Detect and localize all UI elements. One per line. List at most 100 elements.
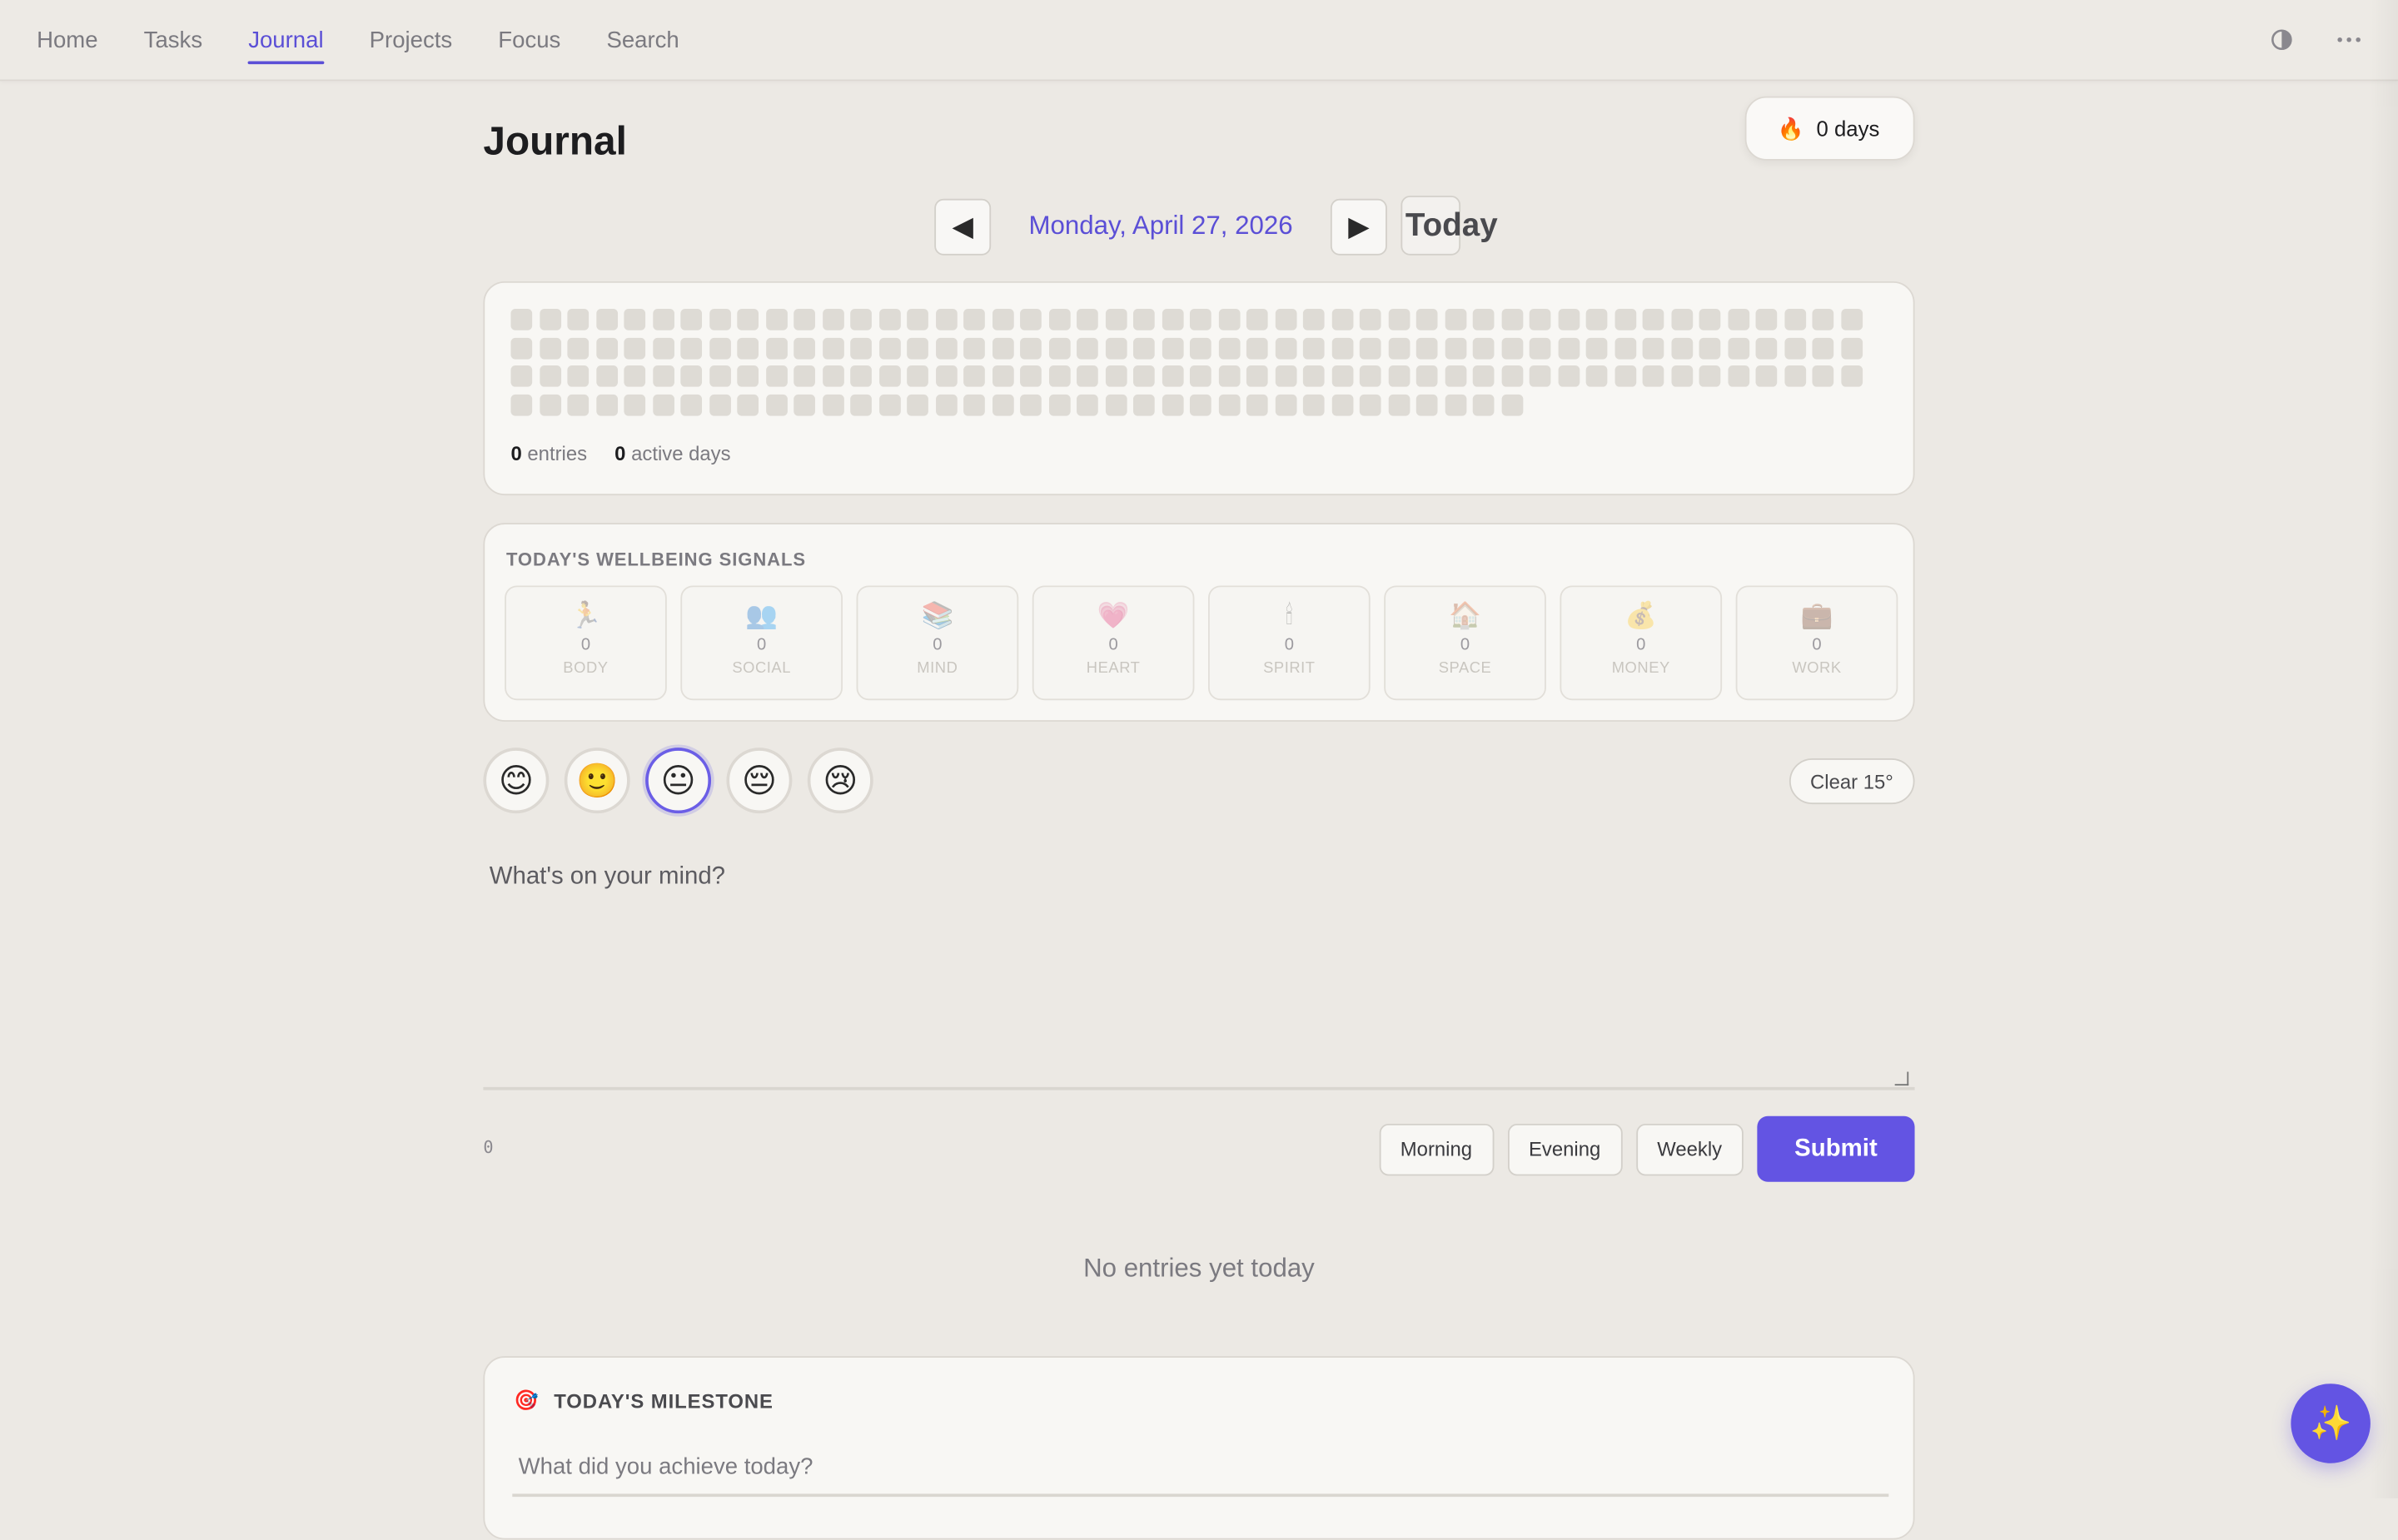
heatmap-day-cell[interactable] bbox=[765, 309, 787, 330]
heatmap-day-cell[interactable] bbox=[1161, 309, 1183, 330]
heatmap-day-cell[interactable] bbox=[1020, 393, 1042, 415]
heatmap-day-cell[interactable] bbox=[1755, 336, 1778, 359]
heatmap-day-cell[interactable] bbox=[1500, 393, 1523, 415]
next-day-button[interactable]: ▶ bbox=[1330, 197, 1387, 255]
heatmap-day-cell[interactable] bbox=[1359, 365, 1381, 387]
heatmap-day-cell[interactable] bbox=[1472, 309, 1495, 330]
nav-tasks[interactable]: Tasks bbox=[144, 0, 202, 81]
heatmap-day-cell[interactable] bbox=[907, 393, 928, 415]
signal-social[interactable]: 👥 0 SOCIAL bbox=[680, 585, 843, 701]
heatmap-day-cell[interactable] bbox=[1642, 365, 1664, 387]
heatmap-day-cell[interactable] bbox=[878, 309, 900, 330]
heatmap-day-cell[interactable] bbox=[1189, 309, 1211, 330]
heatmap-day-cell[interactable] bbox=[1585, 365, 1608, 387]
heatmap-day-cell[interactable] bbox=[1415, 393, 1438, 415]
heatmap-day-cell[interactable] bbox=[1359, 309, 1381, 330]
heatmap-day-cell[interactable] bbox=[1246, 309, 1268, 330]
heatmap-day-cell[interactable] bbox=[680, 393, 703, 415]
heatmap-day-cell[interactable] bbox=[1274, 336, 1296, 359]
heatmap-day-cell[interactable] bbox=[1472, 365, 1495, 387]
heatmap-day-cell[interactable] bbox=[1077, 309, 1098, 330]
heatmap-day-cell[interactable] bbox=[539, 309, 561, 330]
heatmap-day-cell[interactable] bbox=[1132, 365, 1155, 387]
heatmap-day-cell[interactable] bbox=[1585, 336, 1608, 359]
heatmap-day-cell[interactable] bbox=[794, 365, 815, 387]
heatmap-day-cell[interactable] bbox=[1699, 365, 1721, 387]
signal-money[interactable]: 💰 0 MONEY bbox=[1560, 585, 1723, 701]
heatmap-day-cell[interactable] bbox=[765, 365, 787, 387]
heatmap-day-cell[interactable] bbox=[935, 309, 957, 330]
heatmap-day-cell[interactable] bbox=[850, 365, 872, 387]
heatmap-day-cell[interactable] bbox=[1387, 336, 1410, 359]
heatmap-day-cell[interactable] bbox=[510, 336, 533, 359]
heatmap-day-cell[interactable] bbox=[1105, 393, 1127, 415]
mood-happy-button[interactable]: 😊 bbox=[483, 748, 550, 814]
previous-day-button[interactable]: ◀ bbox=[934, 197, 992, 255]
heatmap-day-cell[interactable] bbox=[1331, 365, 1353, 387]
heatmap-day-cell[interactable] bbox=[1302, 309, 1325, 330]
heatmap-day-cell[interactable] bbox=[1217, 309, 1240, 330]
heatmap-day-cell[interactable] bbox=[709, 309, 731, 330]
heatmap-day-cell[interactable] bbox=[1359, 393, 1381, 415]
heatmap-day-cell[interactable] bbox=[1274, 309, 1296, 330]
heatmap-day-cell[interactable] bbox=[765, 393, 787, 415]
heatmap-day-cell[interactable] bbox=[1840, 336, 1863, 359]
heatmap-day-cell[interactable] bbox=[539, 393, 561, 415]
heatmap-day-cell[interactable] bbox=[1020, 336, 1042, 359]
signal-mind[interactable]: 📚 0 MIND bbox=[856, 585, 1019, 701]
heatmap-day-cell[interactable] bbox=[1699, 336, 1721, 359]
heatmap-day-cell[interactable] bbox=[539, 336, 561, 359]
signal-heart[interactable]: 💗 0 HEART bbox=[1032, 585, 1195, 701]
heatmap-day-cell[interactable] bbox=[1727, 309, 1749, 330]
theme-toggle-icon[interactable] bbox=[2266, 24, 2297, 55]
heatmap-day-cell[interactable] bbox=[1415, 309, 1438, 330]
heatmap-day-cell[interactable] bbox=[652, 309, 674, 330]
heatmap-day-cell[interactable] bbox=[1387, 309, 1410, 330]
heatmap-day-cell[interactable] bbox=[1784, 336, 1806, 359]
nav-search[interactable]: Search bbox=[606, 0, 679, 81]
journal-entry-input[interactable] bbox=[483, 845, 1915, 1090]
heatmap-day-cell[interactable] bbox=[1161, 393, 1183, 415]
heatmap-day-cell[interactable] bbox=[1161, 336, 1183, 359]
heatmap-day-cell[interactable] bbox=[1020, 365, 1042, 387]
heatmap-day-cell[interactable] bbox=[1331, 393, 1353, 415]
heatmap-day-cell[interactable] bbox=[1529, 365, 1551, 387]
heatmap-day-cell[interactable] bbox=[1670, 336, 1693, 359]
heatmap-day-cell[interactable] bbox=[539, 365, 561, 387]
heatmap-day-cell[interactable] bbox=[1048, 365, 1070, 387]
heatmap-day-cell[interactable] bbox=[1132, 309, 1155, 330]
nav-home[interactable]: Home bbox=[37, 0, 97, 81]
heatmap-day-cell[interactable] bbox=[1840, 309, 1863, 330]
heatmap-day-cell[interactable] bbox=[907, 365, 928, 387]
heatmap-day-cell[interactable] bbox=[1217, 336, 1240, 359]
heatmap-day-cell[interactable] bbox=[1812, 336, 1834, 359]
heatmap-day-cell[interactable] bbox=[709, 365, 731, 387]
heatmap-day-cell[interactable] bbox=[1132, 393, 1155, 415]
resize-handle-icon[interactable] bbox=[1894, 1071, 1909, 1086]
mood-content-button[interactable]: 🙂 bbox=[564, 748, 630, 814]
heatmap-day-cell[interactable] bbox=[567, 336, 590, 359]
heatmap-day-cell[interactable] bbox=[765, 336, 787, 359]
heatmap-day-cell[interactable] bbox=[850, 393, 872, 415]
heatmap-day-cell[interactable] bbox=[1557, 336, 1580, 359]
heatmap-day-cell[interactable] bbox=[1755, 309, 1778, 330]
heatmap-day-cell[interactable] bbox=[1500, 336, 1523, 359]
heatmap-day-cell[interactable] bbox=[1189, 393, 1211, 415]
heatmap-day-cell[interactable] bbox=[737, 393, 759, 415]
heatmap-day-cell[interactable] bbox=[737, 365, 759, 387]
nav-journal[interactable]: Journal bbox=[248, 0, 324, 81]
heatmap-day-cell[interactable] bbox=[1529, 309, 1551, 330]
heatmap-day-cell[interactable] bbox=[1614, 365, 1636, 387]
heatmap-day-cell[interactable] bbox=[1557, 365, 1580, 387]
signal-body[interactable]: 🏃 0 BODY bbox=[505, 585, 667, 701]
heatmap-day-cell[interactable] bbox=[794, 393, 815, 415]
heatmap-day-cell[interactable] bbox=[652, 336, 674, 359]
heatmap-day-cell[interactable] bbox=[680, 309, 703, 330]
current-date[interactable]: Monday, April 27, 2026 bbox=[991, 211, 1331, 241]
heatmap-day-cell[interactable] bbox=[907, 336, 928, 359]
heatmap-day-cell[interactable] bbox=[1500, 309, 1523, 330]
heatmap-day-cell[interactable] bbox=[652, 393, 674, 415]
heatmap-day-cell[interactable] bbox=[992, 309, 1013, 330]
heatmap-day-cell[interactable] bbox=[992, 393, 1013, 415]
heatmap-day-cell[interactable] bbox=[1444, 336, 1466, 359]
